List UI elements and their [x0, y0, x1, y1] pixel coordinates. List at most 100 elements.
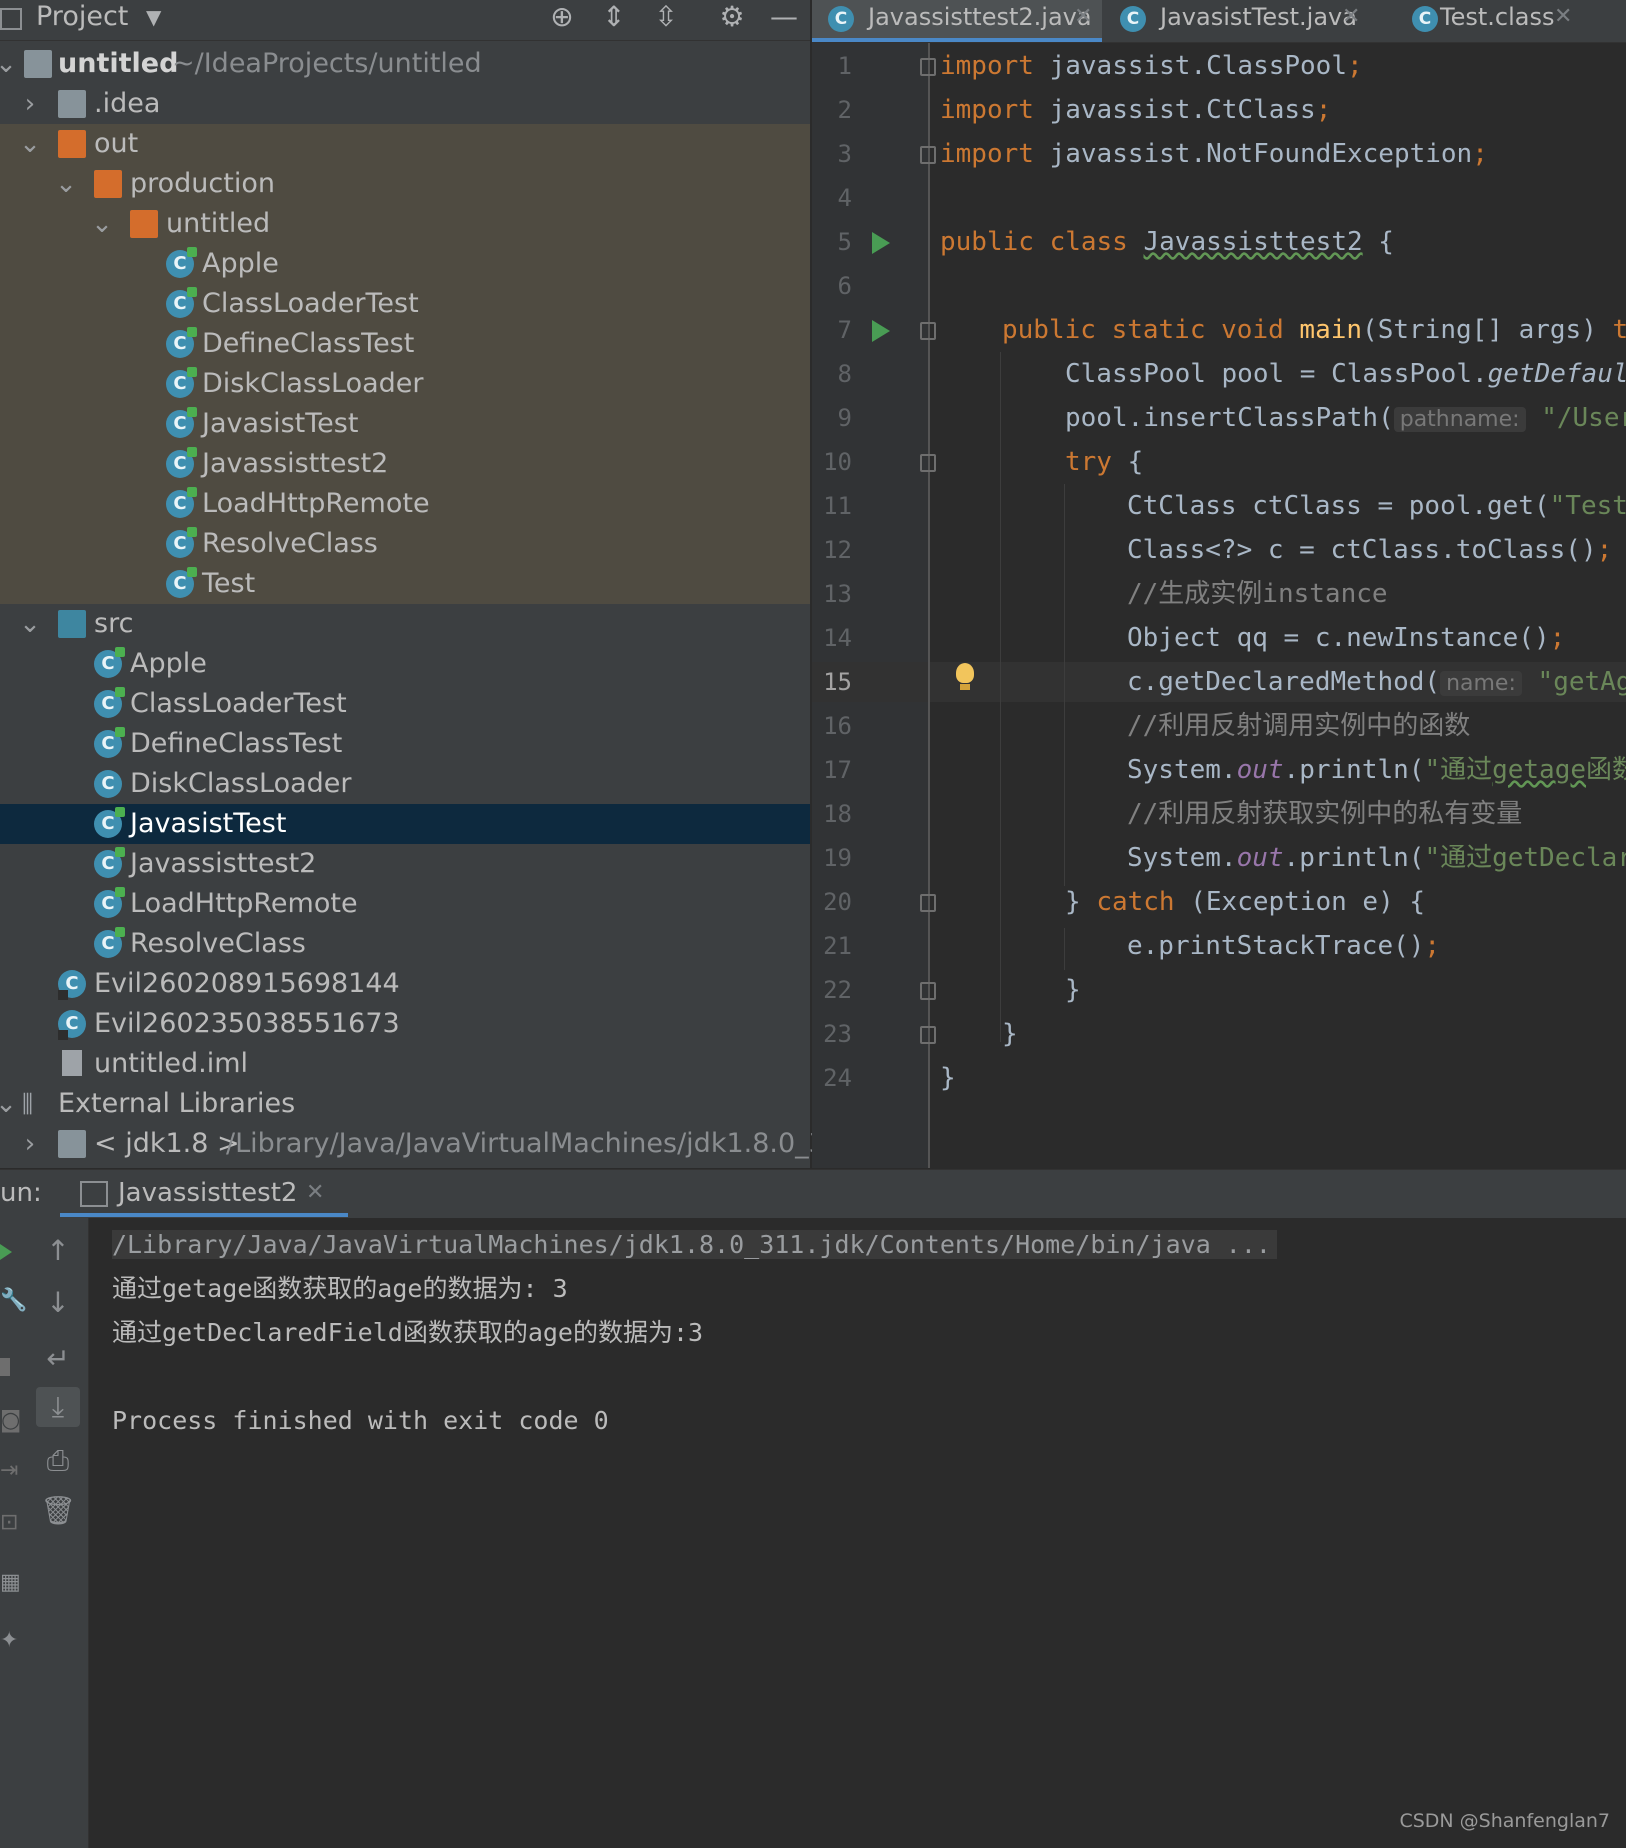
code-line: c.getDeclaredMethod(name: "getAg: [1127, 667, 1626, 697]
fold-icon[interactable]: [920, 146, 936, 164]
code-line: import javassist.NotFoundException;: [940, 139, 1488, 169]
tree-row-idea[interactable]: › .idea: [0, 84, 810, 124]
tree-item-label: Evil260208915698144: [94, 968, 400, 999]
run-main-icon[interactable]: [872, 320, 890, 342]
line-number: 16: [823, 712, 852, 740]
line-number: 19: [823, 844, 852, 872]
tree-row-class[interactable]: C Evil260208915698144: [0, 964, 810, 1004]
arrow-down-icon[interactable]: ↓: [36, 1283, 80, 1323]
chevron-right-icon[interactable]: ›: [18, 1124, 42, 1164]
wrench-icon[interactable]: 🔧: [0, 1288, 27, 1313]
expand-all-icon[interactable]: ⇕: [594, 0, 634, 34]
chevron-down-icon[interactable]: ⌄: [90, 204, 114, 244]
tree-row-class[interactable]: C ClassLoaderTest: [0, 684, 810, 724]
fold-icon[interactable]: [920, 894, 936, 912]
lightbulb-base: [960, 684, 970, 690]
rerun-icon[interactable]: [0, 1244, 12, 1260]
line-number: 8: [837, 360, 852, 388]
console-icon: [80, 1181, 108, 1207]
class-icon: C: [94, 770, 122, 798]
tree-row-class[interactable]: C DiskClassLoader: [0, 364, 810, 404]
tree-row-class[interactable]: C Javassisttest2: [0, 844, 810, 884]
tab-test-class[interactable]: C Test.class ✕: [1396, 0, 1626, 42]
tree-item-path: /Library/Java/JavaVirtualMachines/jdk1.8…: [226, 1128, 861, 1159]
print-icon[interactable]: ⎙: [36, 1441, 80, 1481]
tree-row-class[interactable]: C LoadHttpRemote: [0, 484, 810, 524]
code-line: }: [1002, 1019, 1018, 1049]
fold-icon[interactable]: [920, 1026, 936, 1044]
exit-icon[interactable]: ⇥: [0, 1458, 18, 1483]
indent-guide: [1000, 352, 1001, 1042]
tree-row-class[interactable]: C LoadHttpRemote: [0, 884, 810, 924]
tree-row-class-selected[interactable]: C JavasistTest: [0, 804, 810, 844]
tree-row-iml[interactable]: untitled.iml: [0, 1044, 810, 1084]
gear-icon[interactable]: ⚙: [712, 0, 752, 34]
tree-row-out[interactable]: ⌄ out: [0, 124, 810, 164]
tree-row-untitled-out[interactable]: ⌄ untitled: [0, 204, 810, 244]
chevron-down-icon[interactable]: ⌄: [18, 604, 42, 644]
tree-row-class[interactable]: C Apple: [0, 644, 810, 684]
restore-layout-icon[interactable]: ⊡: [0, 1510, 18, 1535]
fold-icon[interactable]: [920, 322, 936, 340]
minimize-icon[interactable]: —: [764, 0, 804, 34]
fold-icon[interactable]: [920, 58, 936, 76]
chevron-down-icon[interactable]: ⌄: [0, 1084, 18, 1124]
tree-item-label: .idea: [94, 88, 161, 119]
tree-row-class[interactable]: C DiskClassLoader: [0, 764, 810, 804]
code-line: Class<?> c = ctClass.toClass();: [1127, 535, 1613, 565]
crosshair-icon[interactable]: ⊕: [542, 0, 582, 34]
tree-row-class[interactable]: C ClassLoaderTest: [0, 284, 810, 324]
chevron-down-icon[interactable]: ⌄: [0, 44, 18, 84]
folder-blue-icon: [58, 610, 86, 638]
chevron-right-icon[interactable]: ›: [18, 84, 42, 124]
tree-row-class[interactable]: C Test: [0, 564, 810, 604]
tree-row-class[interactable]: C Evil260235038551673: [0, 1004, 810, 1044]
layout-icon[interactable]: ▦: [0, 1570, 21, 1595]
project-title[interactable]: Project: [36, 0, 128, 34]
tree-row-class[interactable]: C JavasistTest: [0, 404, 810, 444]
tree-row-src[interactable]: ⌄ src: [0, 604, 810, 644]
class-icon: C: [1120, 6, 1146, 32]
chevron-down-icon[interactable]: ▼: [146, 0, 161, 34]
tree-row-class[interactable]: C DefineClassTest: [0, 324, 810, 364]
tree-row-class[interactable]: C DefineClassTest: [0, 724, 810, 764]
class-icon: C: [166, 487, 197, 518]
run-class-icon[interactable]: [872, 232, 890, 254]
stop-icon[interactable]: [0, 1358, 10, 1376]
tree-row-root[interactable]: ⌄ untitled ~/IdeaProjects/untitled: [0, 44, 810, 84]
close-icon[interactable]: ✕: [1342, 0, 1360, 34]
code-line: pool.insertClassPath(pathname: "/User: [1065, 403, 1626, 433]
tree-row-class[interactable]: C Javassisttest2: [0, 444, 810, 484]
line-number: 6: [837, 272, 852, 300]
code-line: public static void main(String[] args) t: [1002, 315, 1626, 345]
line-number: 17: [823, 756, 852, 784]
soft-wrap-icon[interactable]: ↵: [36, 1339, 80, 1379]
tree-row-external-libraries[interactable]: ⌄ ⫼ External Libraries: [0, 1084, 810, 1124]
tree-row-jdk[interactable]: › < jdk1.8 > /Library/Java/JavaVirtualMa…: [0, 1124, 860, 1164]
tab-javasisttest[interactable]: C JavasistTest.java ✕: [1104, 0, 1394, 42]
close-icon[interactable]: ✕: [1554, 0, 1572, 34]
camera-icon[interactable]: ◙: [0, 1408, 21, 1433]
fold-icon[interactable]: [920, 454, 936, 472]
tab-javassisttest2[interactable]: C Javassisttest2.java ✕: [812, 0, 1102, 42]
pin-icon[interactable]: ✦: [0, 1628, 18, 1653]
run-label: un:: [0, 1178, 42, 1208]
arrow-up-icon[interactable]: ↑: [36, 1231, 80, 1271]
collapse-all-icon[interactable]: ⇳: [646, 0, 686, 34]
line-number: 24: [823, 1064, 852, 1092]
close-icon[interactable]: ✕: [306, 1169, 324, 1217]
run-tab-label: Javassisttest2: [118, 1178, 298, 1208]
tree-row-class[interactable]: C ResolveClass: [0, 524, 810, 564]
lightbulb-icon[interactable]: [956, 663, 974, 683]
close-icon[interactable]: ✕: [1074, 0, 1092, 34]
chevron-down-icon[interactable]: ⌄: [54, 164, 78, 204]
scroll-to-end-icon[interactable]: ⤓: [36, 1387, 80, 1427]
tree-row-class[interactable]: C ResolveClass: [0, 924, 810, 964]
fold-icon[interactable]: [920, 982, 936, 1000]
chevron-down-icon[interactable]: ⌄: [18, 124, 42, 164]
trash-icon[interactable]: 🗑: [36, 1491, 80, 1531]
code-line: }: [1065, 975, 1081, 1005]
tree-row-production[interactable]: ⌄ production: [0, 164, 810, 204]
line-number: 14: [823, 624, 852, 652]
tree-row-class[interactable]: C Apple: [0, 244, 810, 284]
